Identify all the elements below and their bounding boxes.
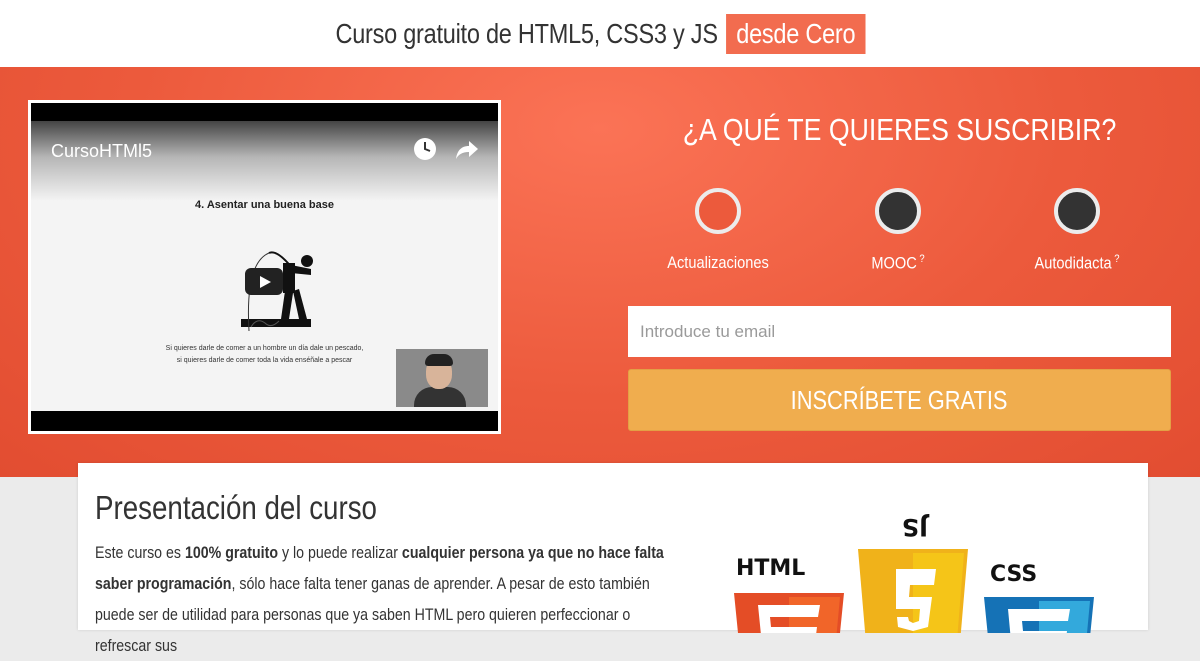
mooc-help-icon[interactable]: ? xyxy=(919,253,924,265)
css3-logo-icon xyxy=(984,597,1094,633)
label-actualizaciones[interactable]: Actualizaciones xyxy=(641,253,796,273)
site-title: Curso gratuito de HTML5, CSS3 y JS desde… xyxy=(335,13,865,54)
share-icon[interactable] xyxy=(455,139,479,161)
subscribe-button[interactable]: INSCRÍBETE GRATIS xyxy=(628,369,1171,431)
presentation-title: Presentación del curso xyxy=(95,489,377,526)
radio-autodidacta[interactable] xyxy=(1054,188,1100,234)
video-embed[interactable]: 4. Asentar una buena base Si quieres dar… xyxy=(28,100,501,434)
presentation-bold-free: 100% gratuito xyxy=(184,543,279,562)
site-title-text: Curso gratuito de HTML5, CSS3 y JS xyxy=(335,17,718,49)
label-mooc-text: MOOC xyxy=(871,253,917,273)
play-icon[interactable] xyxy=(245,268,283,295)
course-presentation-panel: Presentación del curso Este curso es 100… xyxy=(78,463,1148,655)
presentation-text-part-2: y lo puede realizar xyxy=(278,543,402,562)
radio-mooc[interactable] xyxy=(875,188,921,234)
subscribe-button-label: INSCRÍBETE GRATIS xyxy=(791,384,1008,415)
video-title[interactable]: CursoHTMl5 xyxy=(51,141,152,162)
video-player[interactable]: 4. Asentar una buena base Si quieres dar… xyxy=(31,103,498,431)
css-logo-label: CSS xyxy=(990,562,1037,587)
email-input[interactable] xyxy=(628,306,1171,357)
top-header: Curso gratuito de HTML5, CSS3 y JS desde… xyxy=(0,0,1200,67)
video-frame[interactable]: 4. Asentar una buena base Si quieres dar… xyxy=(31,121,498,411)
autodidacta-help-icon[interactable]: ? xyxy=(1114,253,1119,265)
presentation-text: Este curso es 100% gratuito y lo puede r… xyxy=(95,537,671,661)
slide-heading: 4. Asentar una buena base xyxy=(195,199,334,211)
clock-icon[interactable] xyxy=(413,137,437,161)
tech-logos: HTML JS CSS xyxy=(734,513,1094,633)
presenter-webcam-thumbnail xyxy=(396,349,488,407)
html5-logo-icon xyxy=(734,593,844,633)
js-logo-icon: JS xyxy=(858,513,968,633)
label-actualizaciones-text: Actualizaciones xyxy=(667,253,769,272)
presenter-hair xyxy=(425,354,453,366)
js-logo-label: JS xyxy=(902,513,930,541)
html-logo-label: HTML xyxy=(736,556,805,581)
presentation-text-part-1: Este curso es xyxy=(95,543,185,562)
site-title-highlight: desde Cero xyxy=(725,13,865,54)
subscribe-title: ¿A QUÉ TE QUIERES SUSCRIBIR? xyxy=(682,112,1117,147)
presenter-body xyxy=(414,387,466,407)
label-mooc[interactable]: MOOC? xyxy=(821,253,976,274)
radio-actualizaciones[interactable] xyxy=(695,188,741,234)
label-autodidacta[interactable]: Autodidacta? xyxy=(1000,253,1155,274)
label-autodidacta-text: Autodidacta xyxy=(1034,253,1112,273)
